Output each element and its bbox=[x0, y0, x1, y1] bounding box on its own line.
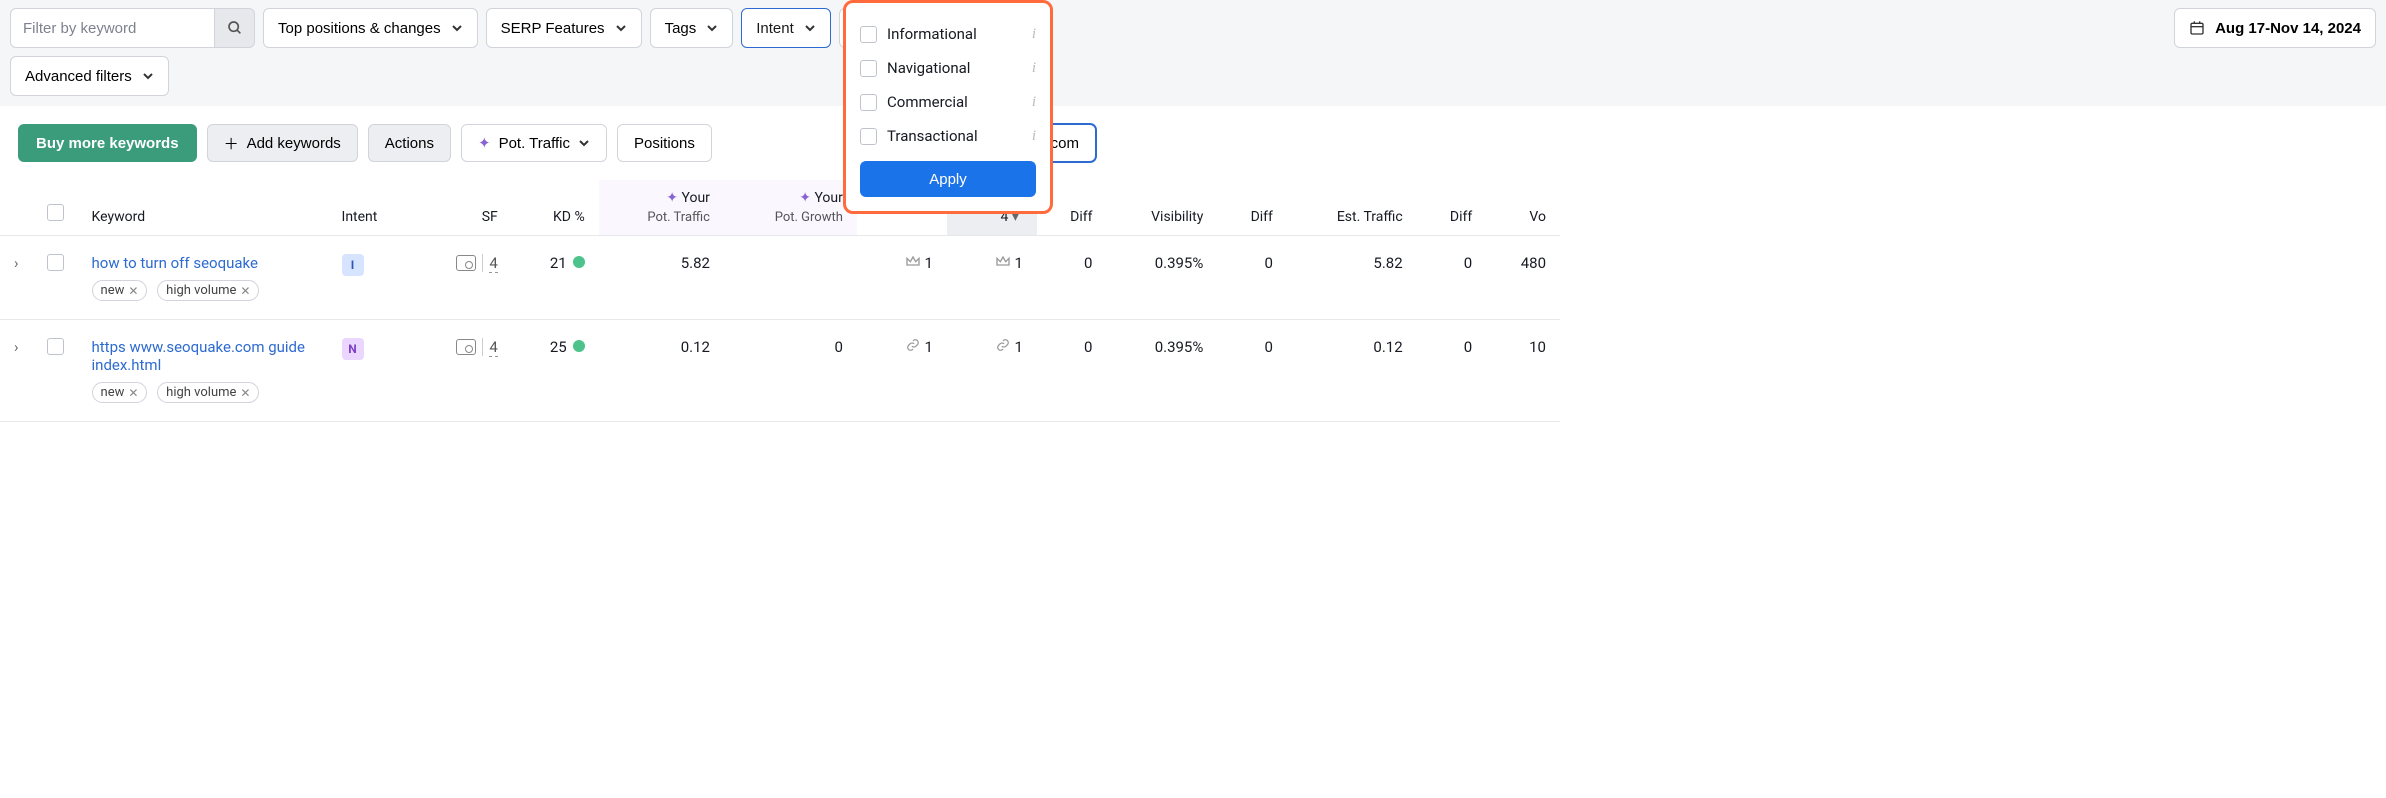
close-icon[interactable]: ✕ bbox=[240, 386, 250, 400]
info-icon[interactable]: i bbox=[1032, 128, 1036, 145]
intent-dropdown: Informationali Navigationali Commerciali… bbox=[843, 0, 1053, 214]
col-intent[interactable]: Intent bbox=[328, 180, 416, 236]
info-icon[interactable]: i bbox=[1032, 94, 1036, 111]
col-keyword[interactable]: Keyword bbox=[78, 180, 328, 236]
apply-button[interactable]: Apply bbox=[860, 161, 1036, 197]
intent-option-commercial[interactable]: Commerciali bbox=[860, 85, 1036, 119]
advanced-filters[interactable]: Advanced filters bbox=[10, 56, 169, 96]
serp-features-filter[interactable]: SERP Features bbox=[486, 8, 642, 48]
col-sf[interactable]: SF bbox=[416, 180, 512, 236]
keyword-tag[interactable]: new ✕ bbox=[92, 280, 148, 301]
intent-badge: N bbox=[342, 338, 364, 360]
keyword-tag[interactable]: new ✕ bbox=[92, 382, 148, 403]
intent-option-transactional[interactable]: Transactionali bbox=[860, 119, 1036, 153]
link-icon bbox=[995, 338, 1011, 352]
checkbox[interactable] bbox=[860, 128, 877, 145]
close-icon[interactable]: ✕ bbox=[240, 284, 250, 298]
col-vol[interactable]: Vo bbox=[1486, 180, 1560, 236]
info-icon[interactable]: i bbox=[1032, 26, 1036, 43]
checkbox[interactable] bbox=[860, 94, 877, 111]
table-row: › https www.seoquake.com guide index.htm… bbox=[0, 320, 1560, 422]
crown-icon bbox=[905, 254, 921, 268]
col-pot-traffic[interactable]: ✦ YourPot. Traffic bbox=[599, 180, 724, 236]
expand-row-icon[interactable]: › bbox=[14, 254, 19, 272]
crown-icon bbox=[995, 254, 1011, 268]
intent-option-informational[interactable]: Informationali bbox=[860, 17, 1036, 51]
keyword-link[interactable]: https www.seoquake.com guide index.html bbox=[92, 338, 305, 374]
plus-icon: ＋ bbox=[224, 133, 239, 154]
expand-row-icon[interactable]: › bbox=[14, 338, 19, 356]
row-checkbox[interactable] bbox=[47, 338, 64, 355]
intent-option-navigational[interactable]: Navigationali bbox=[860, 51, 1036, 85]
chevron-down-icon bbox=[615, 22, 627, 34]
serp-feature-icon bbox=[456, 255, 476, 271]
serp-feature-icon bbox=[456, 339, 476, 355]
col-kd[interactable]: KD % bbox=[512, 180, 599, 236]
checkbox[interactable] bbox=[860, 26, 877, 43]
col-diff3[interactable]: Diff bbox=[1417, 180, 1487, 236]
pot-traffic-button[interactable]: ✦Pot. Traffic bbox=[461, 124, 607, 162]
info-icon[interactable]: i bbox=[1032, 60, 1036, 77]
chevron-down-icon bbox=[804, 22, 816, 34]
sparkle-icon: ✦ bbox=[666, 190, 678, 206]
chevron-down-icon bbox=[451, 22, 463, 34]
keywords-table: Keyword Intent SF KD % ✦ YourPot. Traffi… bbox=[0, 180, 1560, 422]
tags-filter[interactable]: Tags bbox=[650, 8, 734, 48]
filter-keyword-input[interactable] bbox=[10, 8, 215, 48]
calendar-icon bbox=[2189, 20, 2205, 36]
keyword-tag[interactable]: high volume ✕ bbox=[157, 382, 259, 403]
select-all-checkbox[interactable] bbox=[47, 204, 64, 221]
close-icon[interactable]: ✕ bbox=[128, 386, 138, 400]
positions-button[interactable]: Positions bbox=[617, 124, 712, 162]
difficulty-dot-icon bbox=[573, 340, 585, 352]
keyword-link[interactable]: how to turn off seoquake bbox=[92, 254, 258, 272]
chevron-down-icon bbox=[706, 22, 718, 34]
intent-filter[interactable]: Intent bbox=[741, 8, 831, 48]
chevron-down-icon bbox=[142, 70, 154, 82]
table-row: › how to turn off seoquake new ✕ high vo… bbox=[0, 236, 1560, 320]
col-visibility[interactable]: Visibility bbox=[1106, 180, 1217, 236]
link-icon bbox=[905, 338, 921, 352]
search-button[interactable] bbox=[215, 8, 255, 48]
filter-bar: Top positions & changes SERP Features Ta… bbox=[0, 0, 2386, 56]
buy-keywords-button[interactable]: Buy more keywords bbox=[18, 124, 197, 162]
sparkle-icon: ✦ bbox=[799, 190, 811, 206]
date-range-picker[interactable]: Aug 17-Nov 14, 2024 bbox=[2174, 8, 2376, 48]
difficulty-dot-icon bbox=[573, 256, 585, 268]
top-positions-filter[interactable]: Top positions & changes bbox=[263, 8, 478, 48]
actions-button[interactable]: Actions bbox=[368, 124, 451, 162]
keyword-tag[interactable]: high volume ✕ bbox=[157, 280, 259, 301]
row-checkbox[interactable] bbox=[47, 254, 64, 271]
search-icon bbox=[227, 20, 243, 36]
action-bar: Buy more keywords ＋Add keywords Actions … bbox=[0, 106, 2386, 162]
close-icon[interactable]: ✕ bbox=[128, 284, 138, 298]
intent-badge: I bbox=[342, 254, 364, 276]
sparkle-icon: ✦ bbox=[478, 134, 491, 152]
col-pot-growth[interactable]: ✦ YourPot. Growth bbox=[724, 180, 857, 236]
col-est-traffic[interactable]: Est. Traffic bbox=[1287, 180, 1417, 236]
chevron-down-icon bbox=[578, 137, 590, 149]
checkbox[interactable] bbox=[860, 60, 877, 77]
col-diff2[interactable]: Diff bbox=[1217, 180, 1287, 236]
add-keywords-button[interactable]: ＋Add keywords bbox=[207, 124, 358, 162]
